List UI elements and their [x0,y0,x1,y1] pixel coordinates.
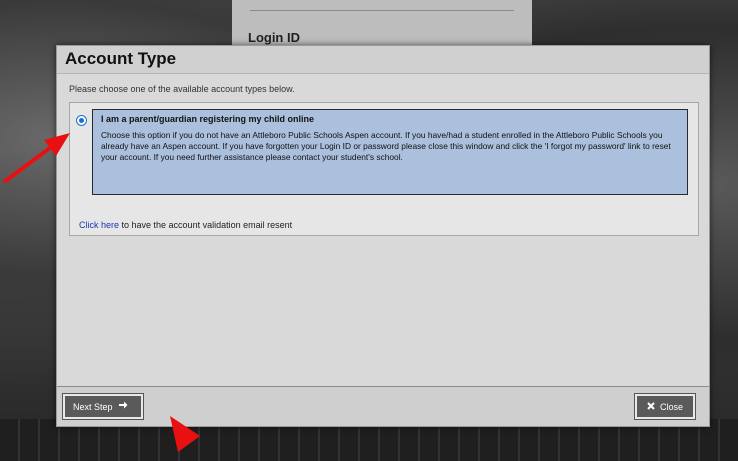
option-description: Choose this option if you do not have an… [101,130,671,162]
account-options-panel: I am a parent/guardian registering my ch… [69,102,699,236]
parent-option-radio[interactable] [76,115,87,126]
resend-validation-link[interactable]: Click here [79,220,119,230]
account-type-dialog: Account Type Please choose one of the av… [56,45,710,427]
dialog-footer: Next Step Close [57,386,709,426]
background-divider [250,10,514,11]
parent-option-box[interactable]: I am a parent/guardian registering my ch… [92,109,688,195]
background-login-id-label: Login ID [248,30,300,45]
arrow-right-icon [118,400,128,413]
background-login-card: Login ID [232,0,532,46]
option-heading: I am a parent/guardian registering my ch… [101,114,315,124]
close-button[interactable]: Close [634,393,696,420]
close-label: Close [659,401,683,412]
next-step-button[interactable]: Next Step [62,393,144,420]
dialog-title: Account Type [57,46,709,74]
dialog-instructions: Please choose one of the available accou… [69,84,295,94]
next-step-label: Next Step [73,401,113,412]
resend-validation-line: Click here to have the account validatio… [79,220,292,230]
x-icon [647,401,655,413]
resend-text: to have the account validation email res… [119,220,293,230]
